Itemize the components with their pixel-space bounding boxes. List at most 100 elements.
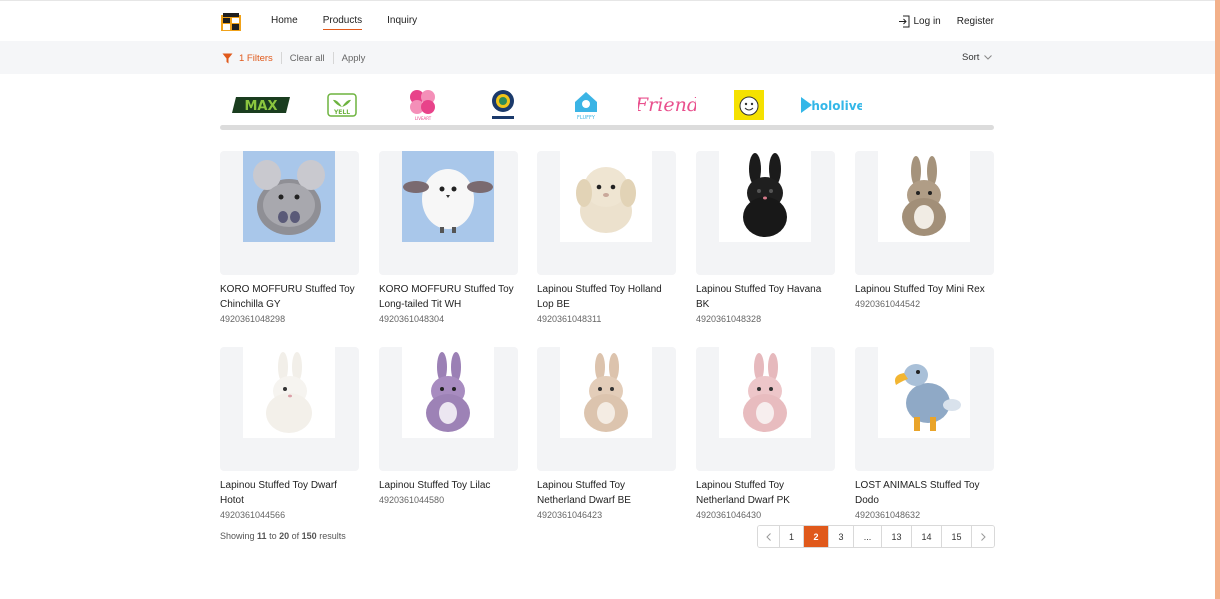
page-15-button[interactable]: 15 xyxy=(942,526,972,547)
product-title[interactable]: Lapinou Stuffed Toy Havana BK xyxy=(696,282,835,312)
product-title[interactable]: Lapinou Stuffed Toy Dwarf Hotot xyxy=(220,478,359,508)
product-card[interactable]: KORO MOFFURU Stuffed Toy Chinchilla GY 4… xyxy=(220,151,359,324)
product-thumbnail[interactable] xyxy=(537,347,676,471)
brand-scrollbar[interactable] xyxy=(220,125,994,130)
product-card[interactable]: Lapinou Stuffed Toy Netherland Dwarf BE … xyxy=(537,347,676,520)
product-photo-chinchilla xyxy=(243,151,335,242)
page-3-button[interactable]: 3 xyxy=(829,526,854,547)
product-photo-dodo xyxy=(878,347,970,438)
product-thumbnail[interactable] xyxy=(696,151,835,275)
clear-all-button[interactable]: Clear all xyxy=(290,53,325,64)
product-thumbnail[interactable] xyxy=(220,347,359,471)
results-prefix: Showing xyxy=(220,531,255,541)
svg-text:YELL: YELL xyxy=(333,109,350,116)
brand-logo-smile[interactable] xyxy=(734,86,764,124)
sort-dropdown[interactable]: Sort xyxy=(962,52,993,63)
svg-text:Friend: Friend xyxy=(638,94,696,116)
apply-button[interactable]: Apply xyxy=(342,53,366,64)
filter-bar: 1 Filters Clear all Apply Sort xyxy=(0,41,1215,74)
product-thumbnail[interactable] xyxy=(220,151,359,275)
login-label: Log in xyxy=(913,16,941,27)
page-2-button[interactable]: 2 xyxy=(804,526,829,547)
product-card[interactable]: KORO MOFFURU Stuffed Toy Long-tailed Tit… xyxy=(379,151,518,324)
window-edge-accent xyxy=(1215,0,1220,599)
results-of-word: of xyxy=(291,531,300,541)
product-card[interactable]: LOST ANIMALS Stuffed Toy Dodo 4920361048… xyxy=(855,347,994,520)
product-card[interactable]: Lapinou Stuffed Toy Lilac 4920361044580 xyxy=(379,347,518,505)
product-code: 4920361048328 xyxy=(696,314,762,324)
nav-inquiry[interactable]: Inquiry xyxy=(387,15,417,30)
product-title[interactable]: Lapinou Stuffed Toy Mini Rex xyxy=(855,282,994,297)
product-thumbnail[interactable] xyxy=(379,151,518,275)
page-13-button[interactable]: 13 xyxy=(882,526,912,547)
product-title[interactable]: KORO MOFFURU Stuffed Toy Chinchilla GY xyxy=(220,282,359,312)
chevron-down-icon xyxy=(984,55,993,60)
product-thumbnail[interactable] xyxy=(696,347,835,471)
pagination: 1 2 3 ... 13 14 15 xyxy=(757,525,995,548)
product-card[interactable]: Lapinou Stuffed Toy Holland Lop BE 49203… xyxy=(537,151,676,324)
login-link[interactable]: Log in xyxy=(898,15,941,28)
brand-logo-liveart[interactable]: LIVEART xyxy=(406,86,440,124)
product-card[interactable]: Lapinou Stuffed Toy Mini Rex 49203610445… xyxy=(855,151,994,309)
svg-text:hololive: hololive xyxy=(811,99,862,113)
product-photo-havana xyxy=(719,151,811,242)
product-code: 4920361046423 xyxy=(537,510,603,520)
product-card[interactable]: Lapinou Stuffed Toy Netherland Dwarf PK … xyxy=(696,347,835,520)
product-thumbnail[interactable] xyxy=(379,347,518,471)
filter-count[interactable]: 1 Filters xyxy=(239,53,273,64)
brand-logo-hololive[interactable]: hololive xyxy=(800,86,862,124)
product-title[interactable]: Lapinou Stuffed Toy Netherland Dwarf PK xyxy=(696,478,835,508)
results-to: 20 xyxy=(279,531,290,541)
product-thumbnail[interactable] xyxy=(855,347,994,471)
product-title[interactable]: LOST ANIMALS Stuffed Toy Dodo xyxy=(855,478,994,508)
product-card[interactable]: Lapinou Stuffed Toy Dwarf Hotot 49203610… xyxy=(220,347,359,520)
product-title[interactable]: Lapinou Stuffed Toy Lilac xyxy=(379,478,518,493)
product-photo-netherland-dwarf-pk xyxy=(719,347,811,438)
product-photo-lilac xyxy=(402,347,494,438)
product-photo-netherland-dwarf-be xyxy=(560,347,652,438)
building-logo-icon[interactable] xyxy=(220,11,242,33)
site-header: Home Products Inquiry Log in Register xyxy=(220,9,994,35)
nav-products[interactable]: Products xyxy=(322,15,363,30)
product-title[interactable]: KORO MOFFURU Stuffed Toy Long-tailed Tit… xyxy=(379,282,518,312)
product-photo-holland-lop xyxy=(560,151,652,242)
svg-text:LIVEART: LIVEART xyxy=(415,116,432,121)
results-summary: Showing 11 to 20 of 150 results xyxy=(220,531,346,541)
product-thumbnail[interactable] xyxy=(537,151,676,275)
svg-text:FLUFFY: FLUFFY xyxy=(577,115,596,121)
filter-controls: 1 Filters Clear all Apply xyxy=(222,52,365,64)
brand-carousel: MAX YELL LIVEART FLUFFY Friend hololive xyxy=(220,86,994,124)
product-code: 4920361044566 xyxy=(220,510,286,520)
product-title[interactable]: Lapinou Stuffed Toy Netherland Dwarf BE xyxy=(537,478,676,508)
product-card[interactable]: Lapinou Stuffed Toy Havana BK 4920361048… xyxy=(696,151,835,324)
page-1-button[interactable]: 1 xyxy=(780,526,804,547)
brand-logo-fluffy-house[interactable]: FLUFFY xyxy=(570,86,602,124)
results-from: 11 xyxy=(257,531,267,541)
register-link[interactable]: Register xyxy=(957,16,994,27)
product-code: 4920361048311 xyxy=(537,314,602,324)
product-photo-dwarf-hotot xyxy=(243,347,335,438)
brand-logo-max[interactable]: MAX xyxy=(230,86,292,124)
product-code: 4920361044580 xyxy=(379,495,445,505)
next-page-button[interactable] xyxy=(972,526,994,547)
auth-links: Log in Register xyxy=(898,15,994,28)
filter-funnel-icon[interactable] xyxy=(222,53,233,64)
brand-logo-yell[interactable]: YELL xyxy=(326,86,358,124)
sort-label: Sort xyxy=(962,52,980,63)
product-photo-mini-rex xyxy=(878,151,970,242)
product-photo-long-tailed-tit xyxy=(402,151,494,242)
brand-logo-friend[interactable]: Friend xyxy=(638,86,696,124)
prev-page-button[interactable] xyxy=(758,526,780,547)
nav-home[interactable]: Home xyxy=(271,15,298,30)
product-code: 4920361048632 xyxy=(855,510,921,520)
brand-logo-emblem[interactable] xyxy=(488,86,518,124)
product-code: 4920361046430 xyxy=(696,510,762,520)
main-nav: Home Products Inquiry xyxy=(271,15,442,30)
divider xyxy=(332,52,334,64)
product-title[interactable]: Lapinou Stuffed Toy Holland Lop BE xyxy=(537,282,676,312)
product-thumbnail[interactable] xyxy=(855,151,994,275)
page-14-button[interactable]: 14 xyxy=(912,526,942,547)
product-code: 4920361044542 xyxy=(855,299,921,309)
results-total: 150 xyxy=(301,531,317,541)
results-suffix: results xyxy=(319,531,346,541)
